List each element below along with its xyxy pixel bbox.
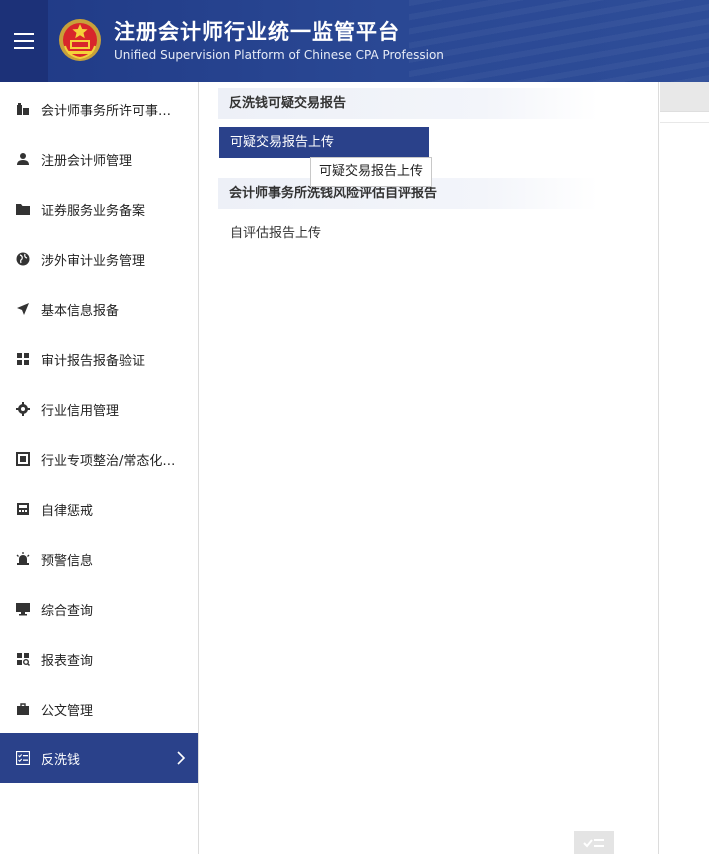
briefcase-icon	[16, 702, 30, 716]
sidebar-item-special-rectification[interactable]: 行业专项整治/常态化…	[0, 434, 198, 484]
globe-icon	[16, 252, 30, 266]
sidebar-item-label: 涉外审计业务管理	[41, 253, 146, 269]
submenu-panel: 反洗钱可疑交易报告 可疑交易报告上传 会计师事务所洗钱风险评估自评报告 自评估报…	[208, 82, 659, 854]
tooltip: 可疑交易报告上传	[310, 157, 433, 187]
sidebar: 会计师事务所许可事… 注册会计师管理 证券服务业务备案 涉外审计业务管理 基本信…	[0, 82, 199, 854]
grid-icon	[16, 352, 30, 366]
sidebar-item-label: 会计师事务所许可事…	[41, 103, 172, 119]
tab-bar	[660, 82, 709, 112]
paper-plane-icon	[16, 302, 30, 316]
sidebar-item-label: 报表查询	[41, 653, 94, 669]
folder-icon	[16, 202, 30, 216]
alarm-icon	[16, 552, 30, 566]
hamburger-icon	[14, 33, 34, 49]
sidebar-item-audit-report[interactable]: 审计报告报备验证	[0, 334, 198, 384]
sidebar-item-anti-money-laundering[interactable]: 反洗钱	[0, 733, 198, 783]
app-header: 注册会计师行业统一监管平台 Unified Supervision Platfo…	[0, 0, 709, 82]
sidebar-item-report-query[interactable]: 报表查询	[0, 634, 198, 684]
app-subtitle: Unified Supervision Platform of Chinese …	[114, 48, 444, 62]
calculator-icon	[16, 502, 30, 516]
link-suspicious-report-upload[interactable]: 可疑交易报告上传	[219, 127, 429, 158]
square-frame-icon	[16, 452, 30, 466]
sidebar-item-label: 自律惩戒	[41, 503, 94, 519]
sidebar-item-label: 反洗钱	[41, 752, 81, 768]
checklist-icon	[583, 838, 604, 847]
building-icon	[16, 102, 30, 116]
sidebar-item-label: 预警信息	[41, 553, 94, 569]
monitor-icon	[16, 602, 30, 616]
sidebar-item-securities-filing[interactable]: 证券服务业务备案	[0, 184, 198, 234]
sidebar-item-credit[interactable]: 行业信用管理	[0, 384, 198, 434]
chevron-right-icon	[177, 751, 186, 765]
link-self-assessment-upload[interactable]: 自评估报告上传	[219, 218, 321, 249]
sidebar-item-documents[interactable]: 公文管理	[0, 684, 198, 734]
sidebar-item-label: 注册会计师管理	[41, 153, 133, 169]
sidebar-item-foreign-audit[interactable]: 涉外审计业务管理	[0, 234, 198, 284]
sidebar-item-label: 行业专项整治/常态化…	[41, 453, 176, 469]
user-icon	[16, 152, 30, 166]
sidebar-item-basic-info[interactable]: 基本信息报备	[0, 284, 198, 334]
sidebar-item-cpa-management[interactable]: 注册会计师管理	[0, 134, 198, 184]
gear-icon	[16, 402, 30, 416]
sidebar-item-firm-license[interactable]: 会计师事务所许可事…	[0, 84, 198, 134]
sidebar-item-label: 行业信用管理	[41, 403, 120, 419]
sidebar-item-label: 证券服务业务备案	[41, 203, 146, 219]
menu-toggle-button[interactable]	[0, 0, 48, 82]
grid-search-icon	[16, 652, 30, 666]
sidebar-item-query[interactable]: 综合查询	[0, 584, 198, 634]
national-emblem-icon	[59, 19, 101, 61]
sidebar-item-discipline[interactable]: 自律惩戒	[0, 484, 198, 534]
sidebar-item-label: 基本信息报备	[41, 303, 120, 319]
checklist-icon	[16, 751, 30, 765]
sidebar-item-warning[interactable]: 预警信息	[0, 534, 198, 584]
divider	[660, 122, 709, 123]
float-action-button[interactable]	[574, 831, 614, 854]
group-title-suspicious-transaction: 反洗钱可疑交易报告	[218, 88, 598, 119]
sidebar-item-label: 公文管理	[41, 703, 94, 719]
app-title: 注册会计师行业统一监管平台	[114, 20, 400, 44]
sidebar-item-label: 审计报告报备验证	[41, 353, 146, 369]
sidebar-item-label: 综合查询	[41, 603, 94, 619]
